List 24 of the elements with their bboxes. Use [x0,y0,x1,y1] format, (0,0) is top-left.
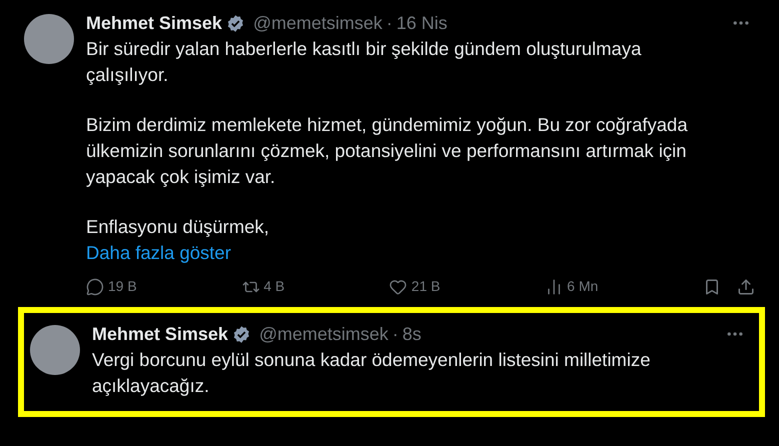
separator-dot: · [392,323,398,346]
verified-badge-icon [232,324,252,344]
author-name[interactable]: Mehmet Simsek [92,321,228,347]
reply-icon[interactable] [86,278,104,296]
post-text: Bir süredir yalan haberlerle kasıtlı bir şekilde gündem oluşturulmaya çalışılıyor. [86,37,642,87]
like-icon[interactable] [389,278,408,296]
avatar[interactable] [24,14,74,64]
count-label: 21 B [411,277,440,296]
avatar[interactable] [30,325,80,375]
post-text: Enflasyonu düşürmek, [86,215,270,239]
author-handle[interactable]: @memetsimsek [259,321,388,347]
count-label: 4 B [264,277,285,296]
author-name[interactable]: Mehmet Simsek [86,10,222,36]
verified-badge-icon [226,14,246,32]
post-text: Bizim derdimiz memlekete hizmet, gündemimiz yoğun. Bu zor coğrafyada ülkemizin sorunlarını çözmek, potansiyelini ve performansını artırmak için yapacak çok işimiz var. [86,113,688,189]
share-icon[interactable] [736,278,755,296]
count-label: 6 Mn [567,277,598,296]
post-time[interactable]: 16 Nis [396,10,448,36]
author-handle[interactable]: @memetsimsek [253,10,382,36]
post-time[interactable]: 8s [402,321,422,347]
separator-dot: · [386,12,392,35]
post-text: Vergi borcunu eylül sonuna kadar ödemeyenlerin listesini milletimize açıklayacağız. [92,348,652,398]
count-label: 19 B [108,277,137,296]
show-more-link[interactable]: Daha fazla göster [86,240,232,266]
